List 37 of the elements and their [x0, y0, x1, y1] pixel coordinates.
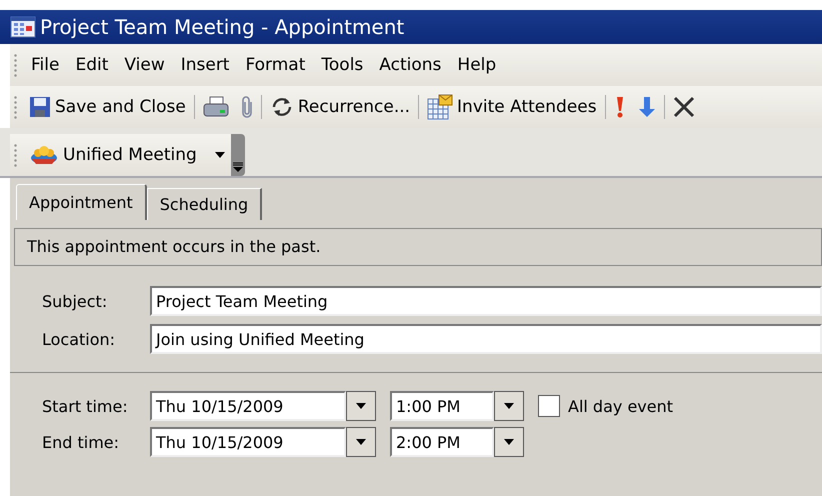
- menu-item[interactable]: Tools: [313, 55, 372, 75]
- menu-item[interactable]: File: [23, 55, 68, 75]
- calendar-icon: [10, 15, 36, 39]
- checkbox[interactable]: [538, 395, 560, 417]
- calendar-envelope-icon: [427, 94, 454, 120]
- field-label: Subject:: [41, 292, 108, 310]
- save-and-close-button[interactable]: Save and Close: [23, 96, 192, 118]
- time-field[interactable]: 1:00 PM: [390, 391, 494, 421]
- dropdown-icon[interactable]: [494, 391, 524, 421]
- unified-meeting-button[interactable]: Unified Meeting: [23, 143, 231, 167]
- invite-attendees-button[interactable]: Invite Attendees: [421, 94, 603, 120]
- info-bar: This appointment occurs in the past.: [14, 228, 822, 266]
- checkbox-label[interactable]: All day event: [568, 396, 674, 416]
- menu-item[interactable]: Actions: [371, 55, 450, 75]
- menu-item[interactable]: View: [116, 55, 173, 75]
- tab[interactable]: Scheduling: [146, 188, 262, 220]
- recurrence-button[interactable]: Recurrence...: [264, 96, 416, 118]
- dropdown-icon[interactable]: [494, 427, 524, 457]
- tab[interactable]: Appointment: [16, 184, 147, 220]
- caret-icon: [214, 152, 225, 158]
- menu-item[interactable]: Format: [237, 55, 314, 75]
- menu-item[interactable]: Help: [449, 55, 504, 75]
- people-icon: [29, 143, 59, 167]
- window-title: Project Team Meeting - Appointment: [40, 15, 404, 39]
- dropdown-icon[interactable]: [346, 391, 376, 421]
- menu-item[interactable]: Edit: [67, 55, 116, 75]
- field-label: Location:: [41, 330, 116, 348]
- toolbar-options-icon[interactable]: [230, 134, 245, 176]
- menu-item[interactable]: Insert: [172, 55, 238, 75]
- field-label: Start time:: [41, 396, 129, 416]
- date-field[interactable]: Thu 10/15/2009: [150, 391, 346, 421]
- field-label: End time:: [41, 432, 120, 452]
- text-field[interactable]: Project Team Meeting: [150, 286, 822, 316]
- dropdown-icon[interactable]: [346, 427, 376, 457]
- date-field[interactable]: Thu 10/15/2009: [150, 427, 346, 457]
- time-field[interactable]: 2:00 PM: [390, 427, 494, 457]
- text-field[interactable]: Join using Unified Meeting: [150, 324, 822, 354]
